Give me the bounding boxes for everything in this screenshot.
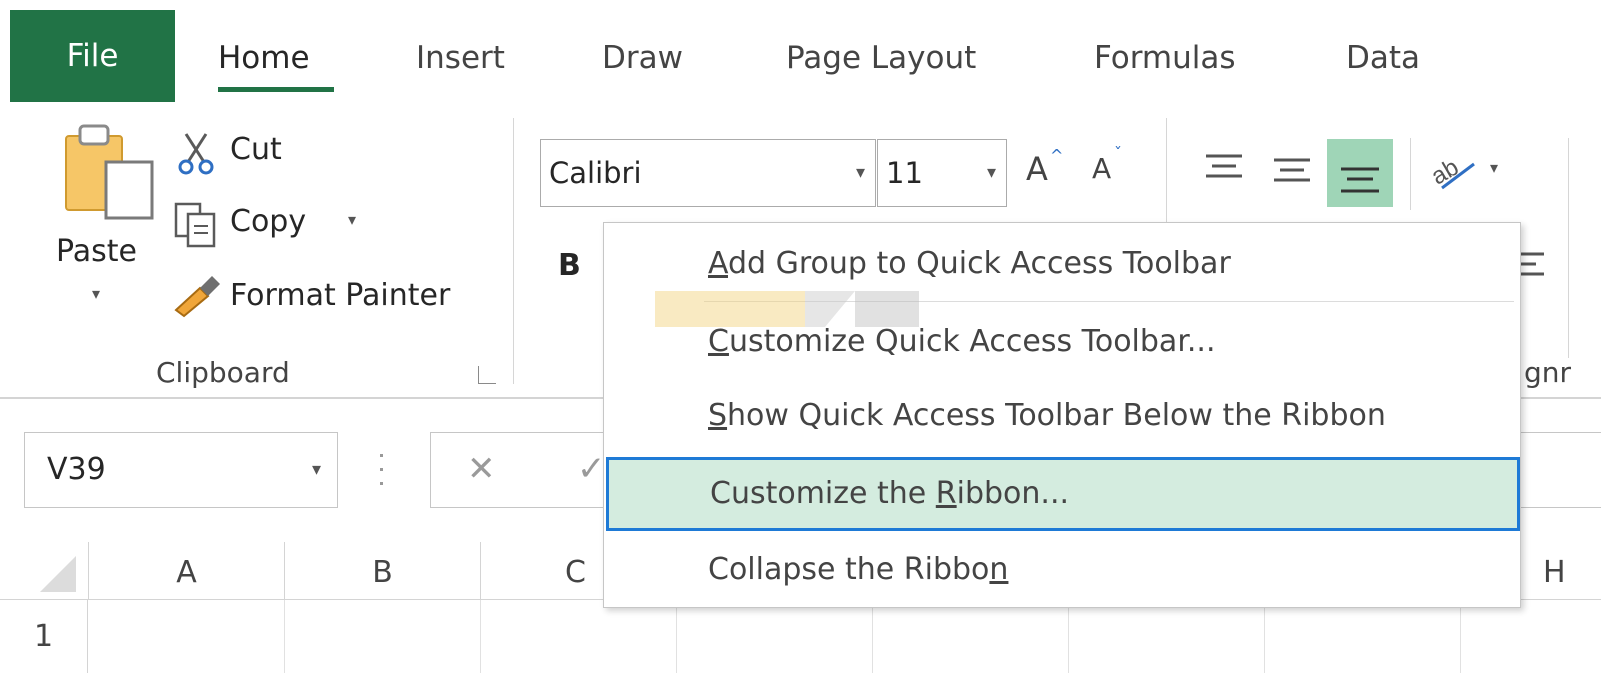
scissors-icon [178,133,214,175]
grid-line [1460,600,1461,673]
name-box[interactable]: V39 ▾ [24,432,338,508]
menu-item-accelerator: R [935,476,957,511]
font-size-combo[interactable]: 11 ▾ [877,139,1007,207]
menu-item-accelerator: n [989,552,1009,587]
grid-line [480,600,481,673]
active-tab-indicator [218,87,334,92]
align-middle-icon-svg [1274,158,1310,182]
align-bottom-button[interactable] [1327,139,1393,207]
column-header-a[interactable]: A [88,542,284,600]
group-separator [513,118,514,384]
group-separator [1410,138,1411,210]
tab-file[interactable]: File [10,10,175,102]
grid-line [284,600,285,673]
align-bottom-icon [1341,167,1379,193]
increase-font-size-icon[interactable]: A ^ [1024,146,1064,196]
watermark-logo [655,291,919,327]
column-header-b[interactable]: B [284,542,480,600]
paste-dropdown-arrow[interactable]: ▾ [92,284,100,303]
font-size-value: 11 [886,156,923,190]
menu-item-text: dd Group to Quick Access Toolbar [728,246,1231,281]
row-header-1[interactable]: 1 [0,600,88,673]
grid-line [1264,600,1265,673]
tab-page-layout[interactable]: Page Layout [786,10,976,102]
tab-formulas[interactable]: Formulas [1094,10,1236,102]
column-header-h-label: H [1543,555,1566,590]
text-orientation-icon[interactable]: ab ▾ [1427,148,1508,194]
tab-insert[interactable]: Insert [416,10,505,102]
copy-icon [174,202,216,248]
paste-label: Paste [56,234,137,269]
menu-item-text: Collapse the Ribbo [708,552,990,587]
format-painter-button[interactable]: Format Painter [170,270,480,322]
format-painter-label: Format Painter [230,278,451,313]
bold-button[interactable]: B [558,248,581,283]
paste-icon [65,124,154,220]
tab-draw[interactable]: Draw [602,10,683,102]
menu-item-customize-ribbon[interactable]: Customize the Ribbon... [606,457,1520,531]
excel-window: File Home Insert Draw Page Layout Formul… [0,0,1601,673]
clipboard-dialog-launcher-icon[interactable] [478,366,496,384]
group-separator [1568,138,1569,358]
ribbon-context-menu: Add Group to Quick Access Toolbar Custom… [603,222,1521,608]
select-all-corner-icon[interactable] [0,542,88,600]
grid-line [1068,600,1069,673]
menu-item-text: how Quick Access Toolbar Below the Ribbo… [727,398,1386,433]
menu-item-accelerator: A [708,246,728,281]
chevron-down-icon[interactable]: ▾ [856,140,865,206]
menu-item-show-qat-below-ribbon[interactable]: Show Quick Access Toolbar Below the Ribb… [604,379,1520,453]
select-all-triangle [40,556,76,592]
grid-line [872,600,873,673]
confirm-entry-icon[interactable]: ✓ [577,449,606,489]
chevron-down-icon[interactable]: ▾ [987,140,996,206]
grid-line [676,600,677,673]
menu-item-accelerator: S [708,398,728,433]
font-name-combo[interactable]: Calibri ▾ [540,139,876,207]
cut-button[interactable]: Cut [176,130,306,176]
clipboard-group-label: Clipboard [156,356,290,389]
font-name-value: Calibri [549,156,642,190]
align-middle-icon[interactable] [1270,148,1314,192]
name-box-value: V39 [47,452,106,487]
formula-bar-grip-icon [378,452,386,488]
decrease-font-size-icon[interactable]: A ˇ [1090,144,1134,196]
menu-item-text: ibbon... [956,476,1070,511]
chevron-down-icon[interactable]: ▾ [312,433,321,507]
paste-button[interactable]: Paste ▾ [52,122,154,322]
cancel-entry-icon[interactable]: ✕ [467,449,496,489]
orientation-icon-svg: ab [1427,154,1475,190]
copy-label: Copy [230,204,307,239]
menu-item-collapse-ribbon[interactable]: Collapse the Ribbon [604,533,1520,607]
column-header-c-label: C [565,555,586,590]
menu-item-text: Customize the [710,476,936,511]
tab-data[interactable]: Data [1346,10,1420,102]
align-top-icon-svg [1206,154,1242,178]
cut-label: Cut [230,132,282,167]
copy-button[interactable]: Copy ▾ [172,198,372,250]
copy-dropdown-arrow[interactable]: ▾ [348,210,356,229]
alignment-group-label: gnr [1524,356,1572,389]
ribbon-tab-bar: File Home Insert Draw Page Layout Formul… [0,0,1601,112]
paintbrush-icon [174,276,220,318]
align-top-icon[interactable] [1202,148,1246,192]
